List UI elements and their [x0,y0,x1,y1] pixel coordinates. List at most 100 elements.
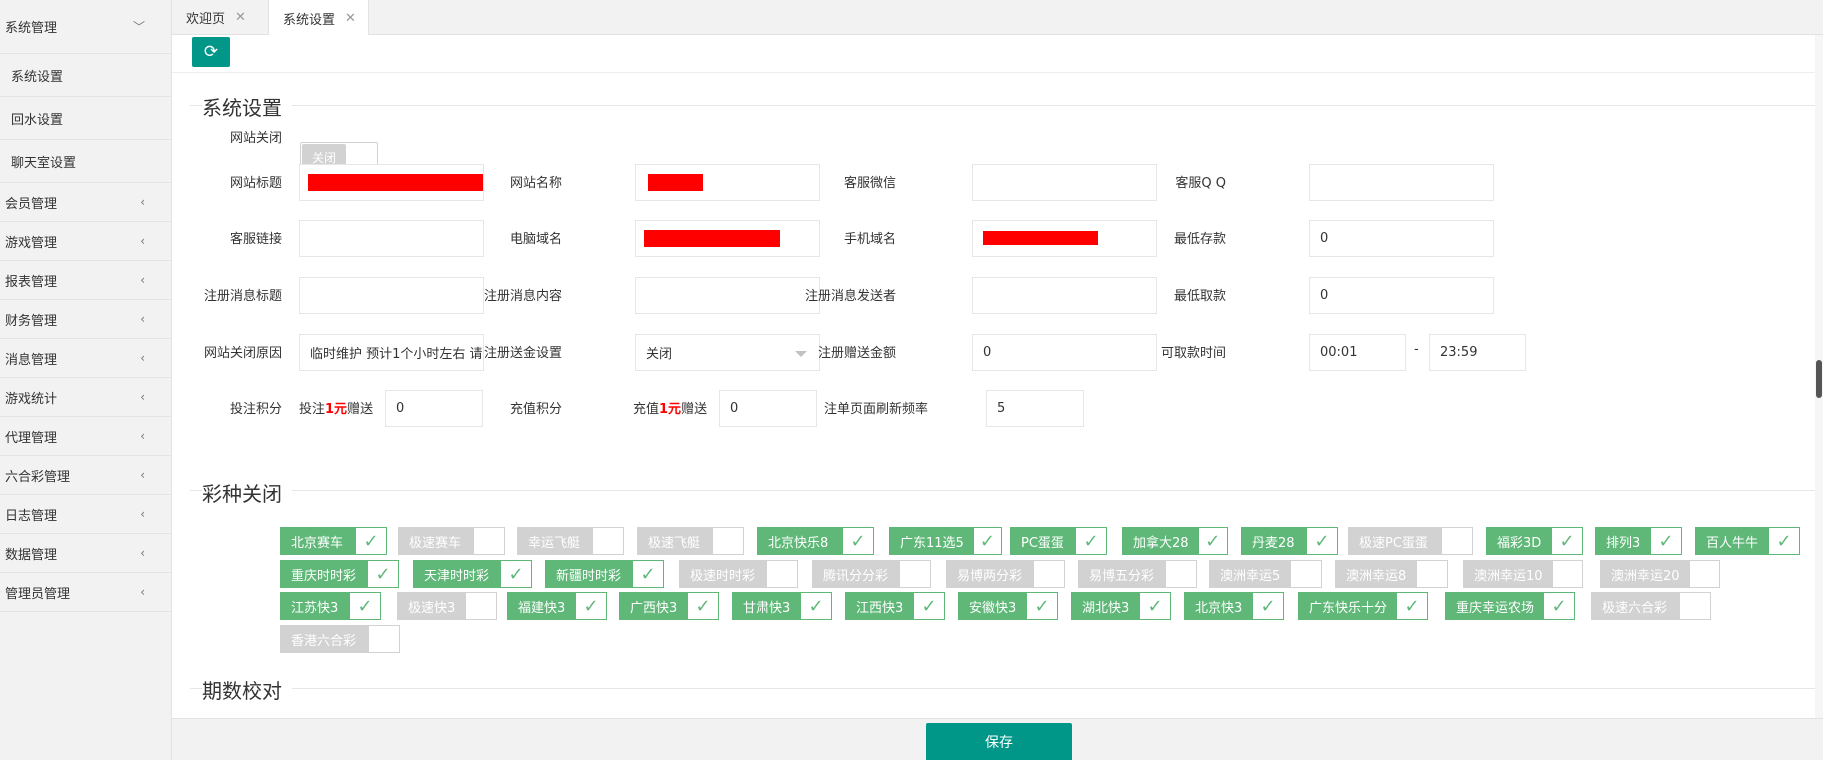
lottery-toggle[interactable]: 易博五分彩 [1078,560,1197,588]
scrollbar[interactable] [1815,35,1823,718]
sidebar-item[interactable]: 游戏管理 ‹ [0,222,171,261]
withdraw-time-start-input[interactable]: 00:01 [1309,334,1406,371]
lottery-name: 新疆时时彩 [546,561,633,587]
sidebar-item-label: 日志管理 [5,508,58,524]
min-withdraw-input[interactable]: 0 [1309,277,1494,314]
lottery-toggle[interactable]: 福彩3D ✓ [1486,527,1583,555]
lottery-toggle[interactable]: 北京快3 ✓ [1184,592,1284,620]
sidebar-item[interactable]: 财务管理 ‹ [0,300,171,339]
lottery-toggle[interactable]: 天津时时彩 ✓ [413,560,532,588]
lottery-toggle[interactable]: 广东11选5 ✓ [889,527,1002,555]
lottery-toggle[interactable]: 易博两分彩 [946,560,1065,588]
lottery-toggle[interactable]: 湖北快3 ✓ [1071,592,1171,620]
lottery-toggle[interactable]: 安徽快3 ✓ [958,592,1058,620]
site-name-label: 网站名称 [509,176,562,191]
lottery-toggle[interactable]: 丹麦28 ✓ [1241,527,1338,555]
refresh-button[interactable]: ⟳ [192,37,230,67]
lottery-toggle[interactable]: 北京快乐8 ✓ [757,527,874,555]
lottery-toggle[interactable]: 加拿大28 ✓ [1122,527,1228,555]
lottery-toggle[interactable]: 澳洲幸运10 [1463,560,1583,588]
lottery-toggle[interactable]: 排列3 ✓ [1595,527,1682,555]
sidebar-item[interactable]: 会员管理 ‹ [0,183,171,222]
lottery-toggle[interactable]: 重庆时时彩 ✓ [280,560,399,588]
sidebar-item-label: 回水设置 [11,112,64,128]
lottery-toggle[interactable]: 澳洲幸运5 [1209,560,1322,588]
sidebar-item[interactable]: 游戏统计 ‹ [0,378,171,417]
lottery-toggle[interactable]: 极速赛车 [398,527,505,555]
check-icon: ✓ [363,530,379,552]
lottery-toggle[interactable]: 福建快3 ✓ [507,592,607,620]
sidebar-item[interactable]: 消息管理 ‹ [0,339,171,378]
sidebar-item[interactable]: 数据管理 ‹ [0,534,171,573]
check-icon [767,561,797,587]
check-icon: ✓ [850,530,866,552]
sidebar-item[interactable]: 代理管理 ‹ [0,417,171,456]
lottery-toggle[interactable]: 北京赛车 ✓ [280,527,387,555]
lottery-toggle[interactable]: 重庆幸运农场 ✓ [1445,592,1575,620]
sidebar: 系统管理 ﹀ 系统设置 回水设置 聊天室设置 会员管理 ‹ 游戏管理 ‹ 报表管理 ‹ 财务管理 ‹ 消息… [0,0,172,760]
check-icon: ✓ [583,595,599,617]
lottery-name: 澳洲幸运10 [1464,561,1553,587]
lottery-toggle[interactable]: 极速飞艇 [637,527,744,555]
sidebar-subitem[interactable]: 系统设置 [0,54,171,97]
check-icon [474,528,504,554]
check-icon [1291,561,1321,587]
chevron-down-icon: ﹀ [132,20,145,34]
check-icon: ✓ [1776,530,1792,552]
withdraw-time-end-input[interactable]: 23:59 [1429,334,1526,371]
check-icon [713,528,743,554]
lottery-toggle[interactable]: 广西快3 ✓ [619,592,719,620]
lottery-toggle[interactable]: 幸运飞艇 [517,527,624,555]
lottery-name: 极速快3 [398,593,466,619]
lottery-toggle[interactable]: 澳洲幸运20 [1600,560,1720,588]
lottery-name: 广东11选5 [890,528,974,554]
lottery-toggle[interactable]: PC蛋蛋 ✓ [1010,527,1107,555]
lottery-toggle[interactable]: 极速时时彩 [679,560,798,588]
lottery-toggle[interactable]: 极速六合彩 [1591,592,1711,620]
lottery-toggle[interactable]: 甘肃快3 ✓ [732,592,832,620]
close-icon[interactable]: ✕ [235,10,246,25]
service-qq-input[interactable] [1309,164,1494,201]
lottery-name: 丹麦28 [1242,528,1307,554]
lottery-toggle[interactable]: 广东快乐十分 ✓ [1298,592,1428,620]
sidebar-item[interactable]: 日志管理 ‹ [0,495,171,534]
time-range-separator: - [1414,342,1419,357]
tab-label: 欢迎页 [186,12,226,27]
sidebar-item-label: 游戏管理 [5,235,58,251]
save-button[interactable]: 保存 [926,723,1072,760]
close-icon[interactable]: ✕ [345,11,356,26]
sidebar-item[interactable]: 六合彩管理 ‹ [0,456,171,495]
check-icon [1034,561,1064,587]
lottery-name: 湖北快3 [1072,593,1140,619]
lottery-name: 北京赛车 [281,528,356,554]
scrollbar-thumb[interactable] [1816,360,1822,398]
sidebar-item[interactable]: 系统管理 ﹀ [0,0,171,54]
sidebar-item-label: 六合彩管理 [5,469,71,485]
lottery-toggle[interactable]: 极速快3 [397,592,497,620]
lottery-toggle[interactable]: 江西快3 ✓ [845,592,945,620]
sidebar-subitem[interactable]: 聊天室设置 [0,140,171,183]
min-deposit-input[interactable]: 0 [1309,220,1494,257]
lottery-toggle[interactable]: 百人牛牛 ✓ [1695,527,1800,555]
refresh-rate-input[interactable]: 5 [986,390,1084,427]
lottery-toggle[interactable]: 香港六合彩 [280,625,400,653]
check-icon: ✓ [1551,595,1567,617]
lottery-toggle[interactable]: 新疆时时彩 ✓ [545,560,664,588]
check-icon: ✓ [1559,530,1575,552]
lottery-toggle[interactable]: 腾讯分分彩 [812,560,931,588]
tab-system-settings[interactable]: 系统设置 ✕ [268,0,369,36]
mobile-domain-label: 手机域名 [843,232,896,247]
lottery-name: 极速飞艇 [638,528,713,554]
check-icon: ✓ [1658,530,1674,552]
section-title-lottery: 彩种关闭 [202,478,292,507]
sidebar-item[interactable]: 报表管理 ‹ [0,261,171,300]
lottery-toggle[interactable]: 澳洲幸运8 [1335,560,1448,588]
sidebar-subitem[interactable]: 回水设置 [0,97,171,140]
lottery-toggle[interactable]: 极速PC蛋蛋 [1348,527,1473,555]
sidebar-item[interactable]: 管理员管理 ‹ [0,573,171,612]
check-icon: ✓ [1034,595,1050,617]
tab-welcome[interactable]: 欢迎页 ✕ [172,0,258,35]
chevron-left-icon: ‹ [140,312,145,326]
lottery-toggle[interactable]: 江苏快3 ✓ [280,592,381,620]
check-icon: ✓ [1260,595,1276,617]
